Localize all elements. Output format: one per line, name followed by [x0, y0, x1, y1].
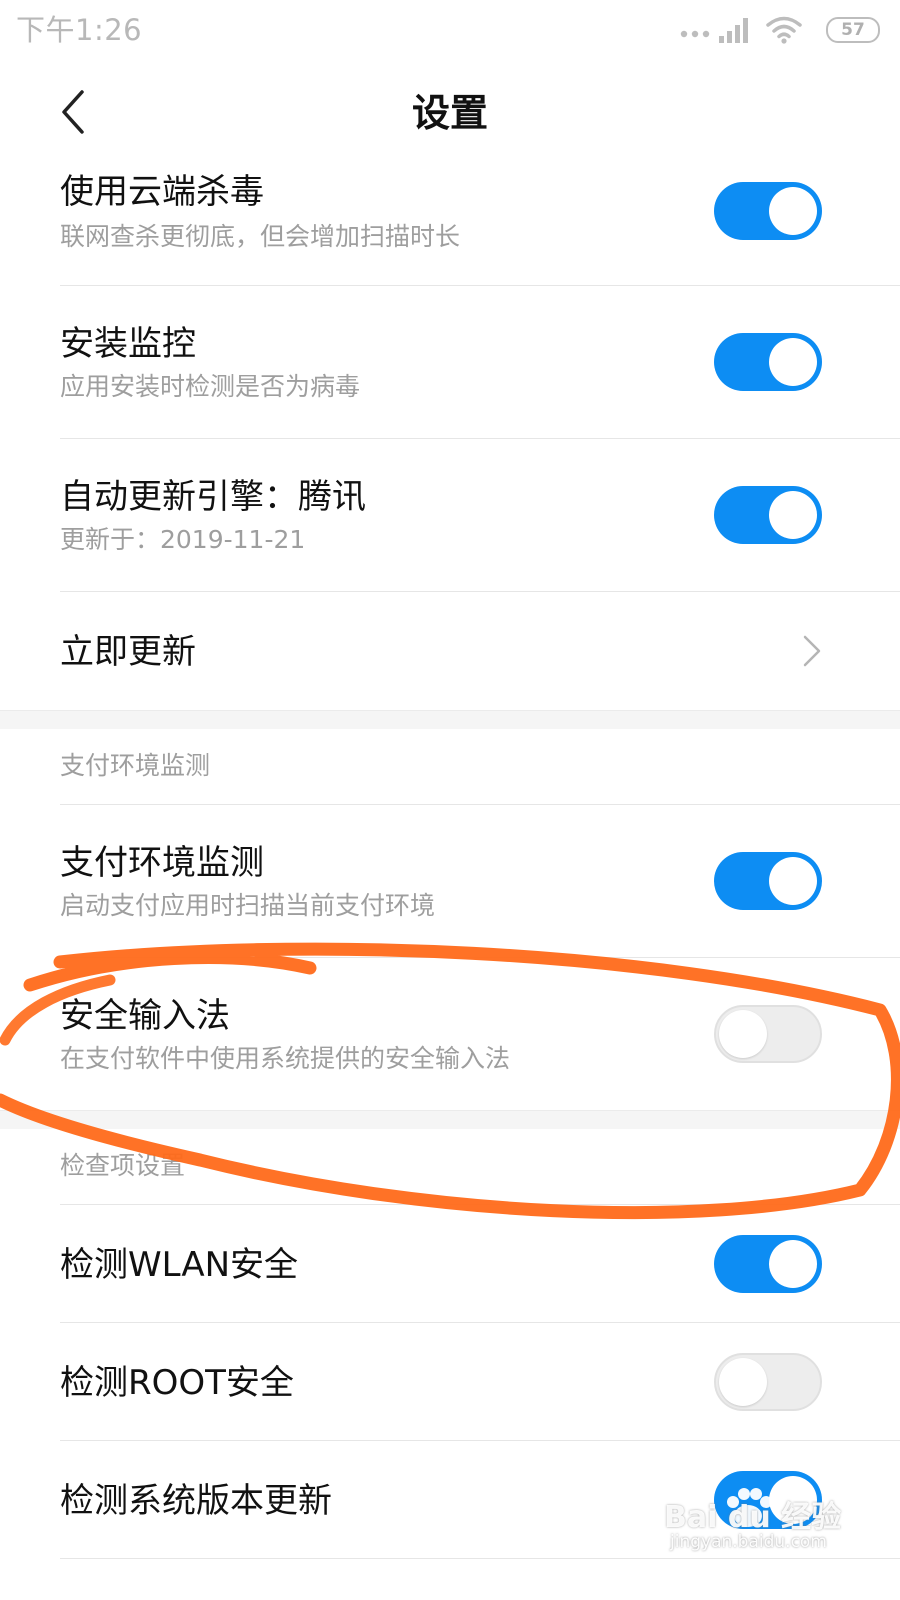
baidu-watermark: Bai du 经验 jingyan.baidu.com: [664, 1488, 841, 1562]
setting-row-install-monitor[interactable]: 安装监控 应用安装时检测是否为病毒: [0, 286, 900, 439]
row-subtitle: 应用安装时检测是否为病毒: [60, 372, 361, 401]
toggle-knob: [769, 187, 817, 235]
chevron-right-icon: [803, 635, 821, 667]
setting-row-update-now[interactable]: 立即更新: [0, 592, 900, 710]
section-header-label: 支付环境监测: [60, 751, 211, 780]
battery-icon: 57: [826, 17, 880, 43]
page-title: 设置: [411, 91, 488, 135]
setting-row-check-wlan[interactable]: 检测WLAN安全: [0, 1205, 900, 1323]
toggle-knob: [769, 1240, 817, 1288]
cloud-scan-toggle[interactable]: [714, 182, 822, 240]
row-title: 使用云端杀毒: [60, 172, 264, 212]
row-title: 检测ROOT安全: [60, 1363, 294, 1403]
title-bar: 设置: [0, 62, 900, 165]
row-title: 检测WLAN安全: [60, 1245, 299, 1285]
toggle-knob: [769, 338, 817, 386]
install-monitor-toggle[interactable]: [714, 333, 822, 391]
signal-icon: [719, 18, 748, 43]
section-header-payment: 支付环境监测: [0, 729, 900, 805]
wifi-icon: [766, 16, 802, 44]
toggle-knob: [719, 1010, 767, 1058]
row-title: 立即更新: [60, 632, 196, 672]
secure-input-toggle[interactable]: [714, 1005, 822, 1063]
settings-screen: 下午1:26 57 设置 使用云端杀毒 联网查杀更彻底，但会增加扫描时长 安装监…: [0, 0, 900, 1600]
row-title: 自动更新引擎：腾讯: [60, 477, 366, 517]
payment-monitor-toggle[interactable]: [714, 852, 822, 910]
auto-update-toggle[interactable]: [714, 486, 822, 544]
status-bar: 下午1:26 57: [0, 0, 900, 62]
watermark-brand: Bai du 经验: [664, 1500, 842, 1535]
section-gap: [0, 710, 900, 730]
setting-row-auto-update-engine[interactable]: 自动更新引擎：腾讯 更新于：2019-11-21: [0, 439, 900, 592]
setting-row-secure-input[interactable]: 安全输入法 在支付软件中使用系统提供的安全输入法: [0, 958, 900, 1110]
toggle-knob: [719, 1358, 767, 1406]
section-header-label: 检查项设置: [60, 1151, 186, 1180]
row-subtitle: 在支付软件中使用系统提供的安全输入法: [60, 1044, 511, 1073]
row-title: 安全输入法: [60, 996, 230, 1036]
row-title: 安装监控: [60, 324, 196, 364]
toggle-knob: [769, 491, 817, 539]
toggle-knob: [769, 857, 817, 905]
setting-row-payment-monitor[interactable]: 支付环境监测 启动支付应用时扫描当前支付环境: [0, 805, 900, 958]
check-root-toggle[interactable]: [714, 1353, 822, 1411]
watermark-url: jingyan.baidu.com: [670, 1532, 827, 1552]
status-time: 下午1:26: [16, 13, 143, 47]
dots-icon: [680, 30, 710, 38]
row-title: 检测系统版本更新: [60, 1481, 332, 1521]
setting-row-check-root[interactable]: 检测ROOT安全: [0, 1323, 900, 1441]
section-header-checks: 检查项设置: [0, 1129, 900, 1205]
section-gap: [0, 1110, 900, 1130]
row-title: 支付环境监测: [60, 843, 264, 883]
row-subtitle: 更新于：2019-11-21: [60, 525, 306, 554]
row-subtitle: 启动支付应用时扫描当前支付环境: [60, 891, 436, 920]
row-subtitle: 联网查杀更彻底，但会增加扫描时长: [60, 222, 461, 251]
setting-row-cloud-scan[interactable]: 使用云端杀毒 联网查杀更彻底，但会增加扫描时长: [0, 164, 900, 286]
check-wlan-toggle[interactable]: [714, 1235, 822, 1293]
